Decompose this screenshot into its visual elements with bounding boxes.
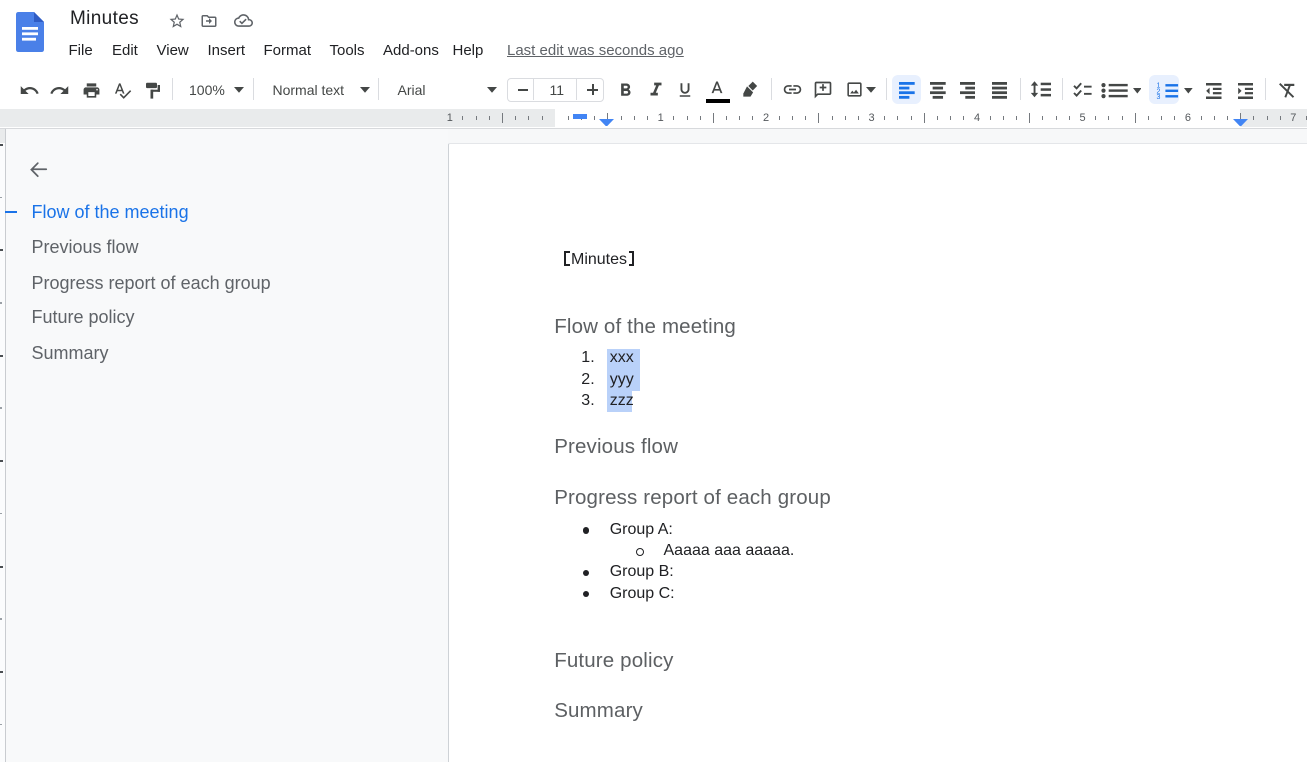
svg-text:3: 3 bbox=[1156, 94, 1160, 99]
